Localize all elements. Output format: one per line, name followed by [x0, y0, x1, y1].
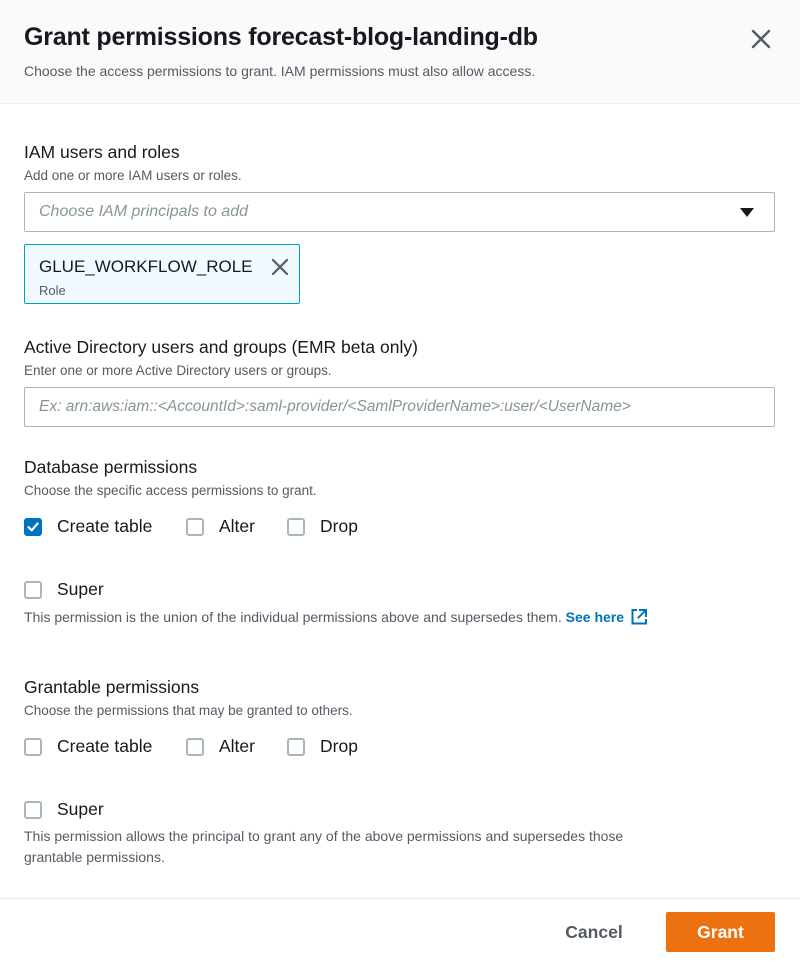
db-permissions-label: Database permissions: [24, 457, 198, 477]
db-permissions-description: Choose the specific access permissions t…: [24, 483, 317, 498]
ad-section-description: Enter one or more Active Directory users…: [24, 363, 332, 378]
db-super-checkbox[interactable]: Super: [24, 579, 104, 600]
db-alter-checkbox[interactable]: Alter: [186, 516, 255, 537]
modal-subtitle: Choose the access permissions to grant. …: [24, 63, 536, 79]
modal-title: Grant permissions forecast-blog-landing-…: [24, 23, 538, 51]
iam-select-placeholder: Choose IAM principals to add: [39, 203, 248, 220]
checkbox[interactable]: [186, 517, 204, 536]
db-super-help: This permission is the union of the indi…: [24, 607, 648, 628]
token-type: Role: [39, 283, 66, 298]
checkbox[interactable]: [186, 737, 204, 756]
checkbox-label: Drop: [320, 736, 358, 756]
checkbox[interactable]: [24, 580, 42, 599]
remove-token-button[interactable]: [270, 257, 290, 277]
ad-section-label: Active Directory users and groups (EMR b…: [24, 337, 418, 357]
checkbox[interactable]: [24, 800, 42, 819]
caret-down-icon: [740, 208, 754, 217]
grant-button[interactable]: Grant: [666, 912, 775, 952]
cancel-button[interactable]: Cancel: [544, 912, 644, 952]
grantable-super-checkbox[interactable]: Super: [24, 799, 104, 820]
checkmark-icon: [27, 522, 39, 531]
db-create-table-checkbox[interactable]: Create table: [24, 516, 152, 537]
modal-header: Grant permissions forecast-blog-landing-…: [0, 0, 800, 104]
close-button[interactable]: [748, 26, 774, 52]
checkbox[interactable]: [287, 737, 305, 756]
grantable-create-table-checkbox[interactable]: Create table: [24, 736, 152, 757]
iam-section-description: Add one or more IAM users or roles.: [24, 168, 242, 183]
grantable-super-help-line2: grantable permissions.: [24, 849, 165, 865]
selected-principal-token: GLUE_WORKFLOW_ROLE Role: [24, 244, 300, 304]
checkbox[interactable]: [287, 517, 305, 536]
iam-section-label: IAM users and roles: [24, 142, 180, 162]
checkbox-label: Super: [57, 799, 104, 819]
see-here-link[interactable]: See here: [565, 608, 648, 625]
checkbox[interactable]: [24, 737, 42, 756]
checkbox-label: Create table: [57, 516, 153, 536]
grantable-drop-checkbox[interactable]: Drop: [287, 736, 358, 757]
iam-principal-select[interactable]: Choose IAM principals to add: [24, 192, 775, 232]
db-super-help-text: This permission is the union of the indi…: [24, 609, 562, 625]
close-icon: [271, 258, 289, 276]
db-drop-checkbox[interactable]: Drop: [287, 516, 358, 537]
checkbox-label: Create table: [57, 736, 153, 756]
checkbox-label: Alter: [219, 736, 255, 756]
checkbox-label: Drop: [320, 516, 358, 536]
grantable-permissions-label: Grantable permissions: [24, 677, 200, 697]
see-here-link-text: See here: [565, 609, 625, 625]
grantable-super-help-line1: This permission allows the principal to …: [24, 828, 624, 844]
checkbox-checked[interactable]: [24, 517, 42, 536]
grantable-permissions-description: Choose the permissions that may be grant…: [24, 703, 353, 718]
checkbox-label: Alter: [219, 516, 255, 536]
external-link-icon: [631, 608, 648, 625]
close-icon: [751, 29, 771, 49]
ad-principal-input[interactable]: [24, 387, 775, 427]
checkbox-label: Super: [57, 579, 104, 599]
token-name: GLUE_WORKFLOW_ROLE: [39, 257, 253, 276]
grantable-alter-checkbox[interactable]: Alter: [186, 736, 255, 757]
